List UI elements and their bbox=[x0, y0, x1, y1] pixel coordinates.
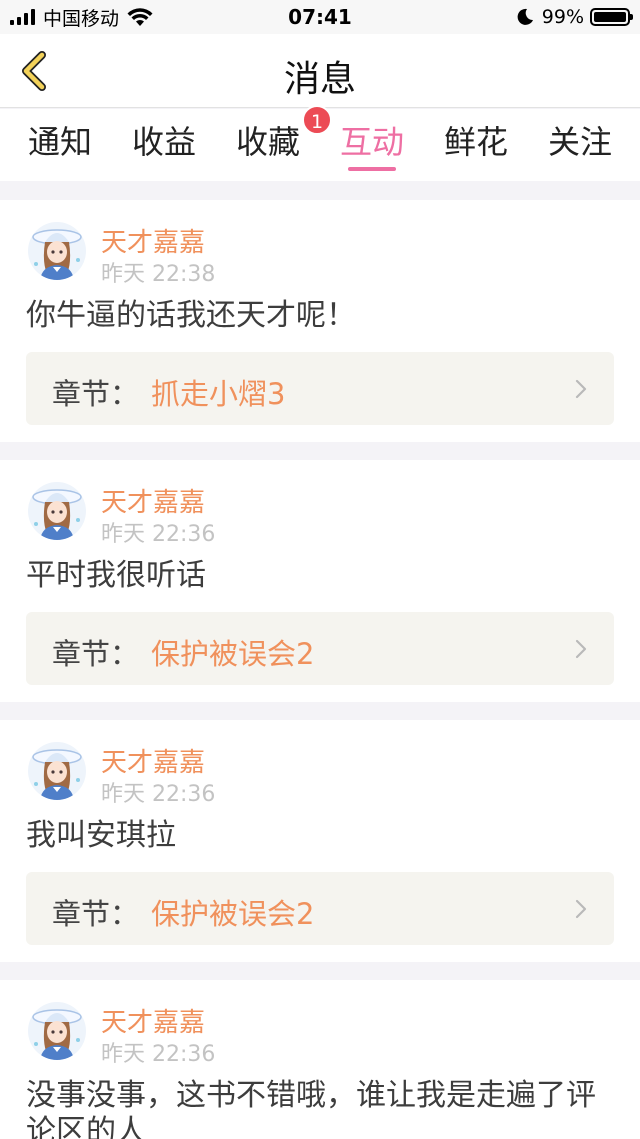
chapter-label: 章节： bbox=[52, 377, 140, 411]
chapter-link[interactable]: 章节： 保护被误会2 bbox=[26, 612, 614, 685]
tab-label: 收藏 bbox=[235, 123, 300, 161]
message-time: 昨天 22:38 bbox=[101, 262, 216, 287]
battery-icon bbox=[590, 8, 633, 26]
tab-earnings[interactable]: 收益 bbox=[130, 117, 198, 173]
user-name[interactable]: 天才嘉嘉 bbox=[101, 222, 205, 259]
comment-text: 没事没事，这书不错哦，谁让我是走遍了评论区的人 bbox=[26, 1078, 596, 1139]
status-right: 99% bbox=[516, 4, 633, 30]
do-not-disturb-moon-icon bbox=[517, 8, 533, 25]
tab-favorites[interactable]: 收藏 1 bbox=[234, 105, 332, 173]
message-card: 天才嘉嘉 昨天 22:36 平时我很听话 章节： 保护被误会2 bbox=[0, 460, 640, 702]
tab-label: 通知 bbox=[27, 123, 92, 161]
chapter-link[interactable]: 章节： 保护被误会2 bbox=[26, 872, 614, 945]
battery-fill bbox=[594, 12, 626, 22]
user-name[interactable]: 天才嘉嘉 bbox=[101, 742, 205, 779]
carrier-name: 中国移动 bbox=[43, 7, 120, 30]
tab-following[interactable]: 关注 bbox=[546, 117, 614, 173]
signal-icon bbox=[10, 9, 35, 25]
comment-text: 平时我很听话 bbox=[26, 558, 206, 593]
tab-label: 互动 bbox=[339, 123, 404, 161]
nav-bar: 消息 bbox=[0, 34, 640, 108]
comment-text: 你牛逼的话我还天才呢！ bbox=[26, 298, 356, 333]
tab-label: 鲜花 bbox=[443, 123, 508, 161]
message-time: 昨天 22:36 bbox=[101, 522, 216, 547]
tab-label: 关注 bbox=[547, 123, 612, 161]
avatar[interactable] bbox=[28, 742, 86, 800]
chapter-name: 保护被误会2 bbox=[151, 637, 315, 671]
battery-percent: 99% bbox=[541, 6, 584, 28]
back-button[interactable] bbox=[14, 48, 54, 94]
tab-notifications[interactable]: 通知 bbox=[26, 117, 94, 173]
wifi-icon bbox=[127, 8, 153, 26]
chapter-label: 章节： bbox=[52, 637, 140, 671]
message-card: 天才嘉嘉 昨天 22:36 我叫安琪拉 章节： 保护被误会2 bbox=[0, 720, 640, 962]
status-bar: 中国移动 07:41 99% bbox=[0, 0, 640, 34]
tab-label: 收益 bbox=[131, 123, 196, 161]
status-left: 中国移动 bbox=[10, 4, 153, 30]
unread-badge: 1 bbox=[302, 105, 332, 135]
back-arrow-icon bbox=[22, 51, 46, 91]
message-card: 天才嘉嘉 昨天 22:38 你牛逼的话我还天才呢！ 章节： 抓走小熠3 bbox=[0, 200, 640, 442]
active-tab-indicator bbox=[348, 167, 396, 171]
chapter-name: 保护被误会2 bbox=[151, 897, 315, 931]
chapter-name: 抓走小熠3 bbox=[151, 377, 286, 411]
tab-flowers[interactable]: 鲜花 bbox=[442, 117, 510, 173]
chapter-label: 章节： bbox=[52, 897, 140, 931]
avatar[interactable] bbox=[28, 482, 86, 540]
page-title: 消息 bbox=[283, 59, 356, 100]
tab-interactions[interactable]: 互动 bbox=[338, 117, 406, 173]
avatar[interactable] bbox=[28, 222, 86, 280]
user-name[interactable]: 天才嘉嘉 bbox=[101, 1002, 205, 1039]
chevron-right-icon bbox=[575, 379, 587, 399]
comment-text: 我叫安琪拉 bbox=[26, 818, 176, 853]
chapter-link[interactable]: 章节： 抓走小熠3 bbox=[26, 352, 614, 425]
chevron-right-icon bbox=[575, 899, 587, 919]
avatar[interactable] bbox=[28, 1002, 86, 1060]
chevron-right-icon bbox=[575, 639, 587, 659]
tab-bar: 通知 收益 收藏 1 互动 鲜花 关注 bbox=[0, 105, 640, 181]
user-name[interactable]: 天才嘉嘉 bbox=[101, 482, 205, 519]
message-time: 昨天 22:36 bbox=[101, 1042, 216, 1067]
message-time: 昨天 22:36 bbox=[101, 782, 216, 807]
message-card: 天才嘉嘉 昨天 22:36 没事没事，这书不错哦，谁让我是走遍了评论区的人 bbox=[0, 980, 640, 1139]
